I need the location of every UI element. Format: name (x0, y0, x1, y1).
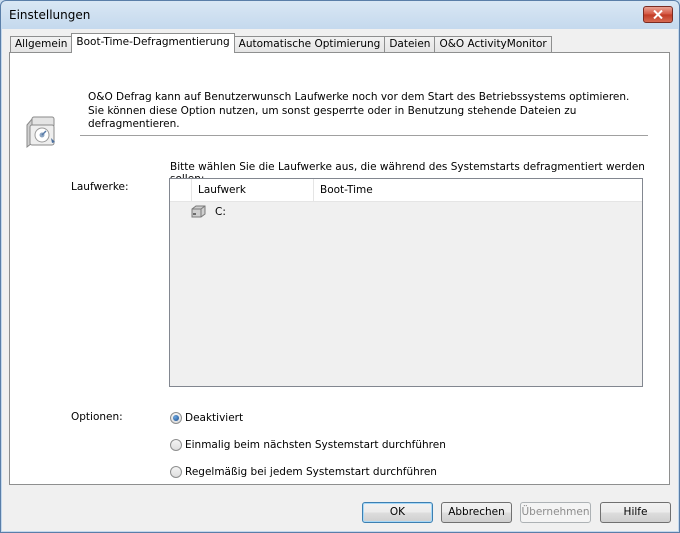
separator-line (80, 135, 648, 136)
tab-panel-boot-time: O&O Defrag kann auf Benutzerwunsch Laufw… (9, 52, 670, 485)
radio-indicator (170, 439, 182, 451)
radio-einmalig[interactable]: Einmalig beim nächsten Systemstart durch… (170, 439, 446, 451)
table-row[interactable]: C: (170, 203, 642, 222)
radio-label: Deaktiviert (185, 412, 244, 424)
tab-automatische-optimierung[interactable]: Automatische Optimierung (233, 36, 386, 53)
tab-strip: Allgemein Boot-Time-Defragmentierung Aut… (10, 33, 552, 53)
close-button[interactable] (643, 6, 673, 23)
radio-label: Regelmäßig bei jedem Systemstart durchfü… (185, 466, 437, 478)
drive-name: C: (215, 206, 226, 218)
drives-listview[interactable]: Laufwerk Boot-Time C: (169, 178, 643, 387)
options-label: Optionen: (71, 411, 123, 423)
boot-defrag-icon (26, 116, 55, 149)
drives-label: Laufwerke: (71, 181, 129, 193)
tab-boot-time-defragmentierung[interactable]: Boot-Time-Defragmentierung (71, 33, 235, 53)
cancel-button[interactable]: Abbrechen (441, 502, 512, 523)
column-header-boot-time[interactable]: Boot-Time (314, 179, 514, 202)
radio-indicator (170, 466, 182, 478)
hard-drive-icon (191, 205, 206, 218)
radio-regelmaessig[interactable]: Regelmäßig bei jedem Systemstart durchfü… (170, 466, 437, 478)
tab-activitymonitor[interactable]: O&O ActivityMonitor (434, 36, 552, 53)
description-text: O&O Defrag kann auf Benutzerwunsch Laufw… (88, 91, 630, 130)
ok-button[interactable]: OK (362, 502, 433, 523)
help-button[interactable]: Hilfe (600, 502, 671, 523)
close-icon (653, 10, 663, 19)
apply-button[interactable]: Übernehmen (520, 502, 591, 523)
column-header-laufwerk[interactable]: Laufwerk (192, 179, 314, 202)
window-title: Einstellungen (9, 8, 91, 22)
listview-header: Laufwerk Boot-Time (170, 179, 642, 202)
column-header-select[interactable] (170, 179, 192, 202)
radio-deaktiviert[interactable]: Deaktiviert (170, 412, 243, 424)
dialog-client-area: Allgemein Boot-Time-Defragmentierung Aut… (2, 29, 678, 531)
title-bar: Einstellungen (1, 1, 679, 29)
settings-dialog: Einstellungen Allgemein Boot-Time-Defrag… (0, 0, 680, 533)
radio-indicator-selected (170, 412, 182, 424)
radio-label: Einmalig beim nächsten Systemstart durch… (185, 439, 446, 451)
tab-allgemein[interactable]: Allgemein (10, 36, 73, 53)
tab-dateien[interactable]: Dateien (384, 36, 436, 53)
